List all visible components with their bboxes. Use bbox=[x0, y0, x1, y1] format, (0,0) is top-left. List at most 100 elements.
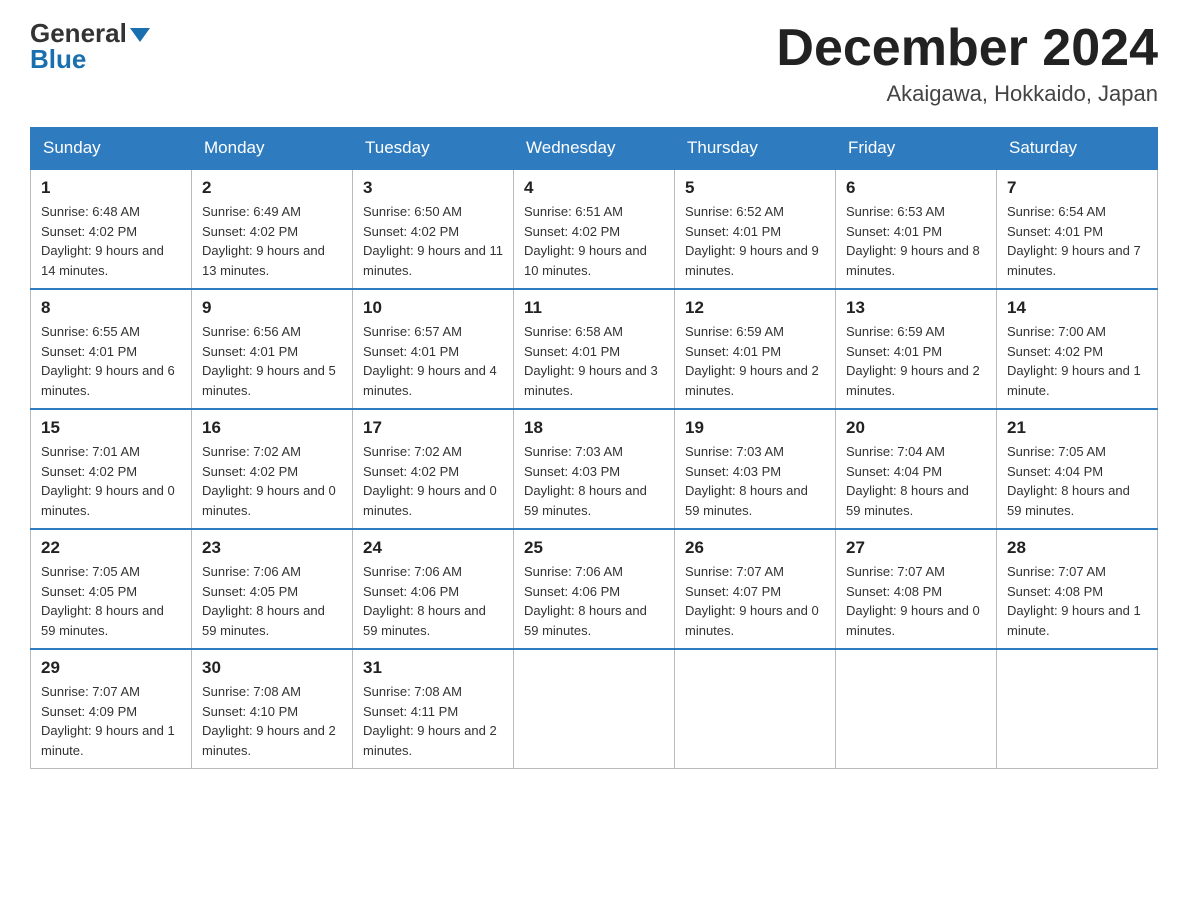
logo: General Blue bbox=[30, 20, 150, 72]
calendar-table: SundayMondayTuesdayWednesdayThursdayFrid… bbox=[30, 127, 1158, 769]
day-number: 13 bbox=[846, 298, 986, 318]
calendar-cell bbox=[997, 649, 1158, 769]
calendar-cell bbox=[836, 649, 997, 769]
day-number: 30 bbox=[202, 658, 342, 678]
day-number: 19 bbox=[685, 418, 825, 438]
day-number: 21 bbox=[1007, 418, 1147, 438]
day-info: Sunrise: 7:02 AMSunset: 4:02 PMDaylight:… bbox=[363, 442, 503, 520]
calendar-cell: 3 Sunrise: 6:50 AMSunset: 4:02 PMDaylight… bbox=[353, 169, 514, 289]
day-info: Sunrise: 7:01 AMSunset: 4:02 PMDaylight:… bbox=[41, 442, 181, 520]
column-header-sunday: Sunday bbox=[31, 128, 192, 170]
title-block: December 2024 Akaigawa, Hokkaido, Japan bbox=[776, 20, 1158, 107]
day-info: Sunrise: 7:06 AMSunset: 4:06 PMDaylight:… bbox=[524, 562, 664, 640]
day-number: 12 bbox=[685, 298, 825, 318]
day-number: 5 bbox=[685, 178, 825, 198]
day-number: 3 bbox=[363, 178, 503, 198]
day-number: 24 bbox=[363, 538, 503, 558]
calendar-cell: 21 Sunrise: 7:05 AMSunset: 4:04 PMDayligh… bbox=[997, 409, 1158, 529]
day-number: 14 bbox=[1007, 298, 1147, 318]
day-number: 7 bbox=[1007, 178, 1147, 198]
day-info: Sunrise: 7:05 AMSunset: 4:05 PMDaylight:… bbox=[41, 562, 181, 640]
calendar-cell: 13 Sunrise: 6:59 AMSunset: 4:01 PMDayligh… bbox=[836, 289, 997, 409]
calendar-header-row: SundayMondayTuesdayWednesdayThursdayFrid… bbox=[31, 128, 1158, 170]
day-info: Sunrise: 7:03 AMSunset: 4:03 PMDaylight:… bbox=[685, 442, 825, 520]
calendar-cell: 4 Sunrise: 6:51 AMSunset: 4:02 PMDaylight… bbox=[514, 169, 675, 289]
day-number: 29 bbox=[41, 658, 181, 678]
logo-triangle-icon bbox=[130, 28, 150, 42]
calendar-cell bbox=[675, 649, 836, 769]
day-info: Sunrise: 6:55 AMSunset: 4:01 PMDaylight:… bbox=[41, 322, 181, 400]
day-info: Sunrise: 6:59 AMSunset: 4:01 PMDaylight:… bbox=[846, 322, 986, 400]
calendar-cell: 22 Sunrise: 7:05 AMSunset: 4:05 PMDayligh… bbox=[31, 529, 192, 649]
day-number: 22 bbox=[41, 538, 181, 558]
column-header-friday: Friday bbox=[836, 128, 997, 170]
calendar-cell: 30 Sunrise: 7:08 AMSunset: 4:10 PMDayligh… bbox=[192, 649, 353, 769]
column-header-thursday: Thursday bbox=[675, 128, 836, 170]
day-info: Sunrise: 7:03 AMSunset: 4:03 PMDaylight:… bbox=[524, 442, 664, 520]
day-info: Sunrise: 6:57 AMSunset: 4:01 PMDaylight:… bbox=[363, 322, 503, 400]
calendar-cell: 31 Sunrise: 7:08 AMSunset: 4:11 PMDayligh… bbox=[353, 649, 514, 769]
day-number: 15 bbox=[41, 418, 181, 438]
calendar-cell: 9Sunrise: 6:56 AMSunset: 4:01 PMDaylight… bbox=[192, 289, 353, 409]
day-info: Sunrise: 7:08 AMSunset: 4:11 PMDaylight:… bbox=[363, 682, 503, 760]
day-info: Sunrise: 7:00 AMSunset: 4:02 PMDaylight:… bbox=[1007, 322, 1147, 400]
day-number: 4 bbox=[524, 178, 664, 198]
day-number: 27 bbox=[846, 538, 986, 558]
day-info: Sunrise: 7:04 AMSunset: 4:04 PMDaylight:… bbox=[846, 442, 986, 520]
day-info: Sunrise: 7:05 AMSunset: 4:04 PMDaylight:… bbox=[1007, 442, 1147, 520]
day-number: 28 bbox=[1007, 538, 1147, 558]
day-number: 26 bbox=[685, 538, 825, 558]
day-info: Sunrise: 6:54 AMSunset: 4:01 PMDaylight:… bbox=[1007, 202, 1147, 280]
day-info: Sunrise: 7:07 AMSunset: 4:08 PMDaylight:… bbox=[846, 562, 986, 640]
week-row-4: 22 Sunrise: 7:05 AMSunset: 4:05 PMDayligh… bbox=[31, 529, 1158, 649]
month-title: December 2024 bbox=[776, 20, 1158, 77]
calendar-cell: 7 Sunrise: 6:54 AMSunset: 4:01 PMDaylight… bbox=[997, 169, 1158, 289]
calendar-cell: 5Sunrise: 6:52 AMSunset: 4:01 PMDaylight… bbox=[675, 169, 836, 289]
calendar-cell: 24 Sunrise: 7:06 AMSunset: 4:06 PMDayligh… bbox=[353, 529, 514, 649]
day-info: Sunrise: 6:59 AMSunset: 4:01 PMDaylight:… bbox=[685, 322, 825, 400]
calendar-cell bbox=[514, 649, 675, 769]
day-info: Sunrise: 7:06 AMSunset: 4:05 PMDaylight:… bbox=[202, 562, 342, 640]
day-info: Sunrise: 6:50 AMSunset: 4:02 PMDaylight:… bbox=[363, 202, 503, 280]
day-info: Sunrise: 6:49 AMSunset: 4:02 PMDaylight:… bbox=[202, 202, 342, 280]
day-number: 8 bbox=[41, 298, 181, 318]
day-info: Sunrise: 6:51 AMSunset: 4:02 PMDaylight:… bbox=[524, 202, 664, 280]
day-number: 25 bbox=[524, 538, 664, 558]
day-info: Sunrise: 6:58 AMSunset: 4:01 PMDaylight:… bbox=[524, 322, 664, 400]
day-info: Sunrise: 7:08 AMSunset: 4:10 PMDaylight:… bbox=[202, 682, 342, 760]
calendar-cell: 29 Sunrise: 7:07 AMSunset: 4:09 PMDayligh… bbox=[31, 649, 192, 769]
day-number: 2 bbox=[202, 178, 342, 198]
calendar-cell: 12 Sunrise: 6:59 AMSunset: 4:01 PMDayligh… bbox=[675, 289, 836, 409]
logo-blue: Blue bbox=[30, 46, 150, 72]
logo-general: General bbox=[30, 20, 150, 46]
day-number: 10 bbox=[363, 298, 503, 318]
day-info: Sunrise: 7:07 AMSunset: 4:07 PMDaylight:… bbox=[685, 562, 825, 640]
calendar-cell: 16 Sunrise: 7:02 AMSunset: 4:02 PMDayligh… bbox=[192, 409, 353, 529]
calendar-cell: 10 Sunrise: 6:57 AMSunset: 4:01 PMDayligh… bbox=[353, 289, 514, 409]
day-info: Sunrise: 7:02 AMSunset: 4:02 PMDaylight:… bbox=[202, 442, 342, 520]
day-number: 1 bbox=[41, 178, 181, 198]
calendar-cell: 26 Sunrise: 7:07 AMSunset: 4:07 PMDayligh… bbox=[675, 529, 836, 649]
day-number: 31 bbox=[363, 658, 503, 678]
day-info: Sunrise: 6:56 AMSunset: 4:01 PMDaylight:… bbox=[202, 322, 342, 400]
day-info: Sunrise: 7:06 AMSunset: 4:06 PMDaylight:… bbox=[363, 562, 503, 640]
day-number: 16 bbox=[202, 418, 342, 438]
calendar-cell: 18Sunrise: 7:03 AMSunset: 4:03 PMDayligh… bbox=[514, 409, 675, 529]
day-number: 17 bbox=[363, 418, 503, 438]
week-row-3: 15 Sunrise: 7:01 AMSunset: 4:02 PMDayligh… bbox=[31, 409, 1158, 529]
calendar-cell: 11Sunrise: 6:58 AMSunset: 4:01 PMDayligh… bbox=[514, 289, 675, 409]
calendar-cell: 14 Sunrise: 7:00 AMSunset: 4:02 PMDayligh… bbox=[997, 289, 1158, 409]
calendar-cell: 25 Sunrise: 7:06 AMSunset: 4:06 PMDayligh… bbox=[514, 529, 675, 649]
day-info: Sunrise: 6:48 AMSunset: 4:02 PMDaylight:… bbox=[41, 202, 181, 280]
week-row-5: 29 Sunrise: 7:07 AMSunset: 4:09 PMDayligh… bbox=[31, 649, 1158, 769]
calendar-cell: 20Sunrise: 7:04 AMSunset: 4:04 PMDayligh… bbox=[836, 409, 997, 529]
calendar-cell: 27 Sunrise: 7:07 AMSunset: 4:08 PMDayligh… bbox=[836, 529, 997, 649]
day-info: Sunrise: 6:53 AMSunset: 4:01 PMDaylight:… bbox=[846, 202, 986, 280]
page-header: General Blue December 2024 Akaigawa, Hok… bbox=[30, 20, 1158, 107]
calendar-cell: 6Sunrise: 6:53 AMSunset: 4:01 PMDaylight… bbox=[836, 169, 997, 289]
calendar-cell: 19 Sunrise: 7:03 AMSunset: 4:03 PMDayligh… bbox=[675, 409, 836, 529]
day-info: Sunrise: 7:07 AMSunset: 4:09 PMDaylight:… bbox=[41, 682, 181, 760]
week-row-1: 1 Sunrise: 6:48 AMSunset: 4:02 PMDaylight… bbox=[31, 169, 1158, 289]
column-header-wednesday: Wednesday bbox=[514, 128, 675, 170]
column-header-tuesday: Tuesday bbox=[353, 128, 514, 170]
